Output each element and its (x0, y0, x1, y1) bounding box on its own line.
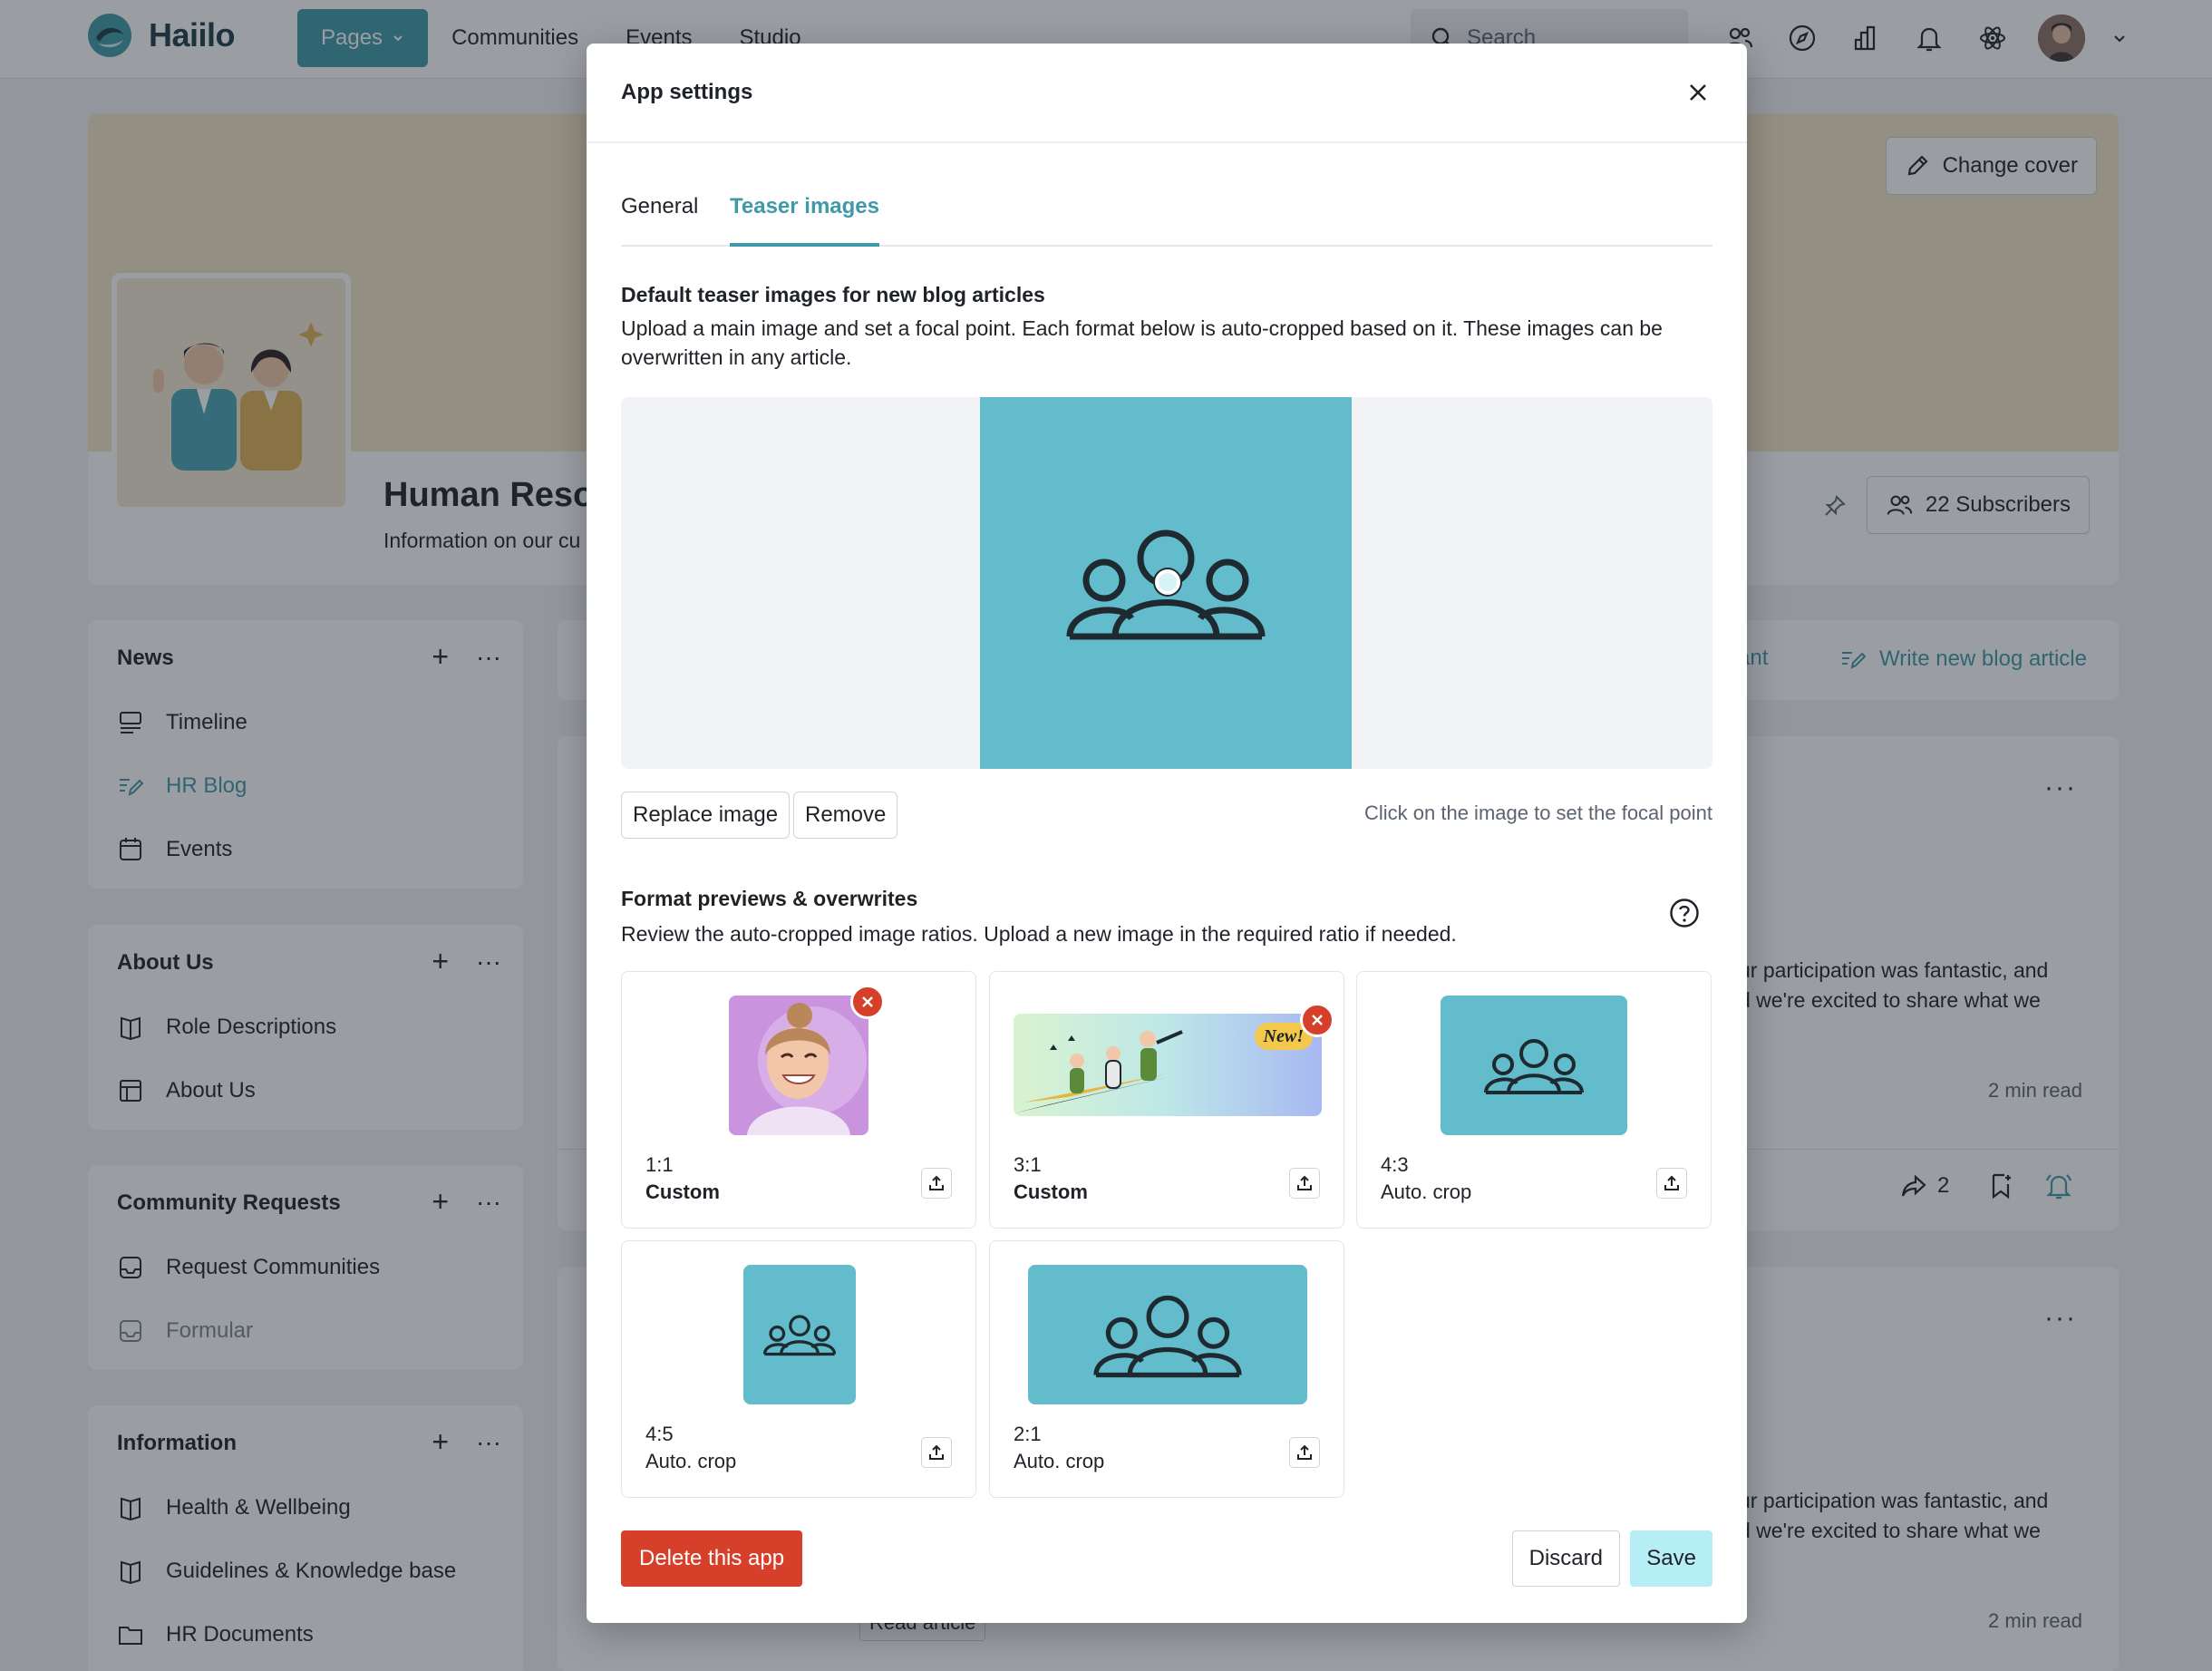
format-kind: Custom (1014, 1180, 1088, 1203)
format-ratio: 2:1 (1014, 1423, 1042, 1445)
section-description: Review the auto-cropped image ratios. Up… (621, 922, 1457, 946)
upload-button[interactable] (1289, 1437, 1320, 1468)
remove-image-button[interactable]: Remove (793, 792, 898, 839)
tab-teaser-images[interactable]: Teaser images (730, 194, 879, 247)
upload-icon (1297, 1444, 1312, 1460)
format-card-3-1: New! 3:1 Custom (989, 971, 1344, 1229)
upload-icon (1297, 1175, 1312, 1190)
format-card-4-5: 4:5 Auto. crop (621, 1240, 976, 1498)
format-thumbnail (1028, 1265, 1307, 1404)
section-title: Format previews & overwrites (621, 887, 918, 910)
group-icon (763, 1315, 836, 1356)
upload-button[interactable] (1656, 1168, 1687, 1199)
app-settings-dialog: App settings General Teaser images Defau… (587, 44, 1747, 1623)
dialog-header: App settings (587, 44, 1747, 143)
help-icon[interactable] (1669, 898, 1700, 928)
main-teaser-image[interactable] (980, 397, 1352, 769)
format-card-4-3: 4:3 Auto. crop (1356, 971, 1712, 1229)
close-icon (1690, 84, 1706, 101)
settings-tabs: General Teaser images (621, 185, 1712, 247)
format-thumbnail: New! (1014, 1003, 1334, 1116)
format-card-1-1: 1:1 Custom (621, 971, 976, 1229)
upload-icon (929, 1175, 944, 1190)
format-kind: Custom (645, 1180, 720, 1203)
format-kind: Auto. crop (645, 1450, 737, 1472)
remove-format-image-button[interactable] (1300, 1003, 1334, 1037)
format-kind: Auto. crop (1014, 1450, 1105, 1472)
close-icon (1312, 1015, 1323, 1025)
upload-button[interactable] (921, 1437, 952, 1468)
delete-app-button[interactable]: Delete this app (621, 1530, 803, 1587)
focal-point-image-area[interactable] (621, 397, 1712, 769)
tab-general[interactable]: General (621, 194, 698, 247)
discard-button[interactable]: Discard (1511, 1530, 1620, 1587)
section-title: Default teaser images for new blog artic… (621, 283, 1045, 306)
format-thumbnail (1441, 996, 1627, 1135)
format-card-2-1: 2:1 Auto. crop (989, 1240, 1344, 1498)
format-ratio: 3:1 (1014, 1153, 1042, 1176)
upload-icon (929, 1444, 944, 1460)
close-button[interactable] (1682, 76, 1714, 109)
group-icon (1093, 1295, 1242, 1377)
format-thumbnail (743, 1265, 856, 1404)
focal-point-hint: Click on the image to set the focal poin… (1364, 801, 1712, 824)
replace-image-button[interactable]: Replace image (621, 792, 791, 839)
focal-point-handle[interactable] (1155, 569, 1180, 595)
format-ratio: 1:1 (645, 1153, 674, 1176)
format-kind: Auto. crop (1381, 1180, 1472, 1203)
remove-format-image-button[interactable] (850, 985, 885, 1019)
upload-icon (1664, 1175, 1679, 1190)
dialog-title: App settings (621, 80, 753, 104)
save-button[interactable]: Save (1630, 1530, 1712, 1587)
upload-button[interactable] (921, 1168, 952, 1199)
section-description: Upload a main image and set a focal poin… (621, 316, 1663, 369)
smiling-woman-photo-icon (729, 996, 868, 1135)
upload-button[interactable] (1289, 1168, 1320, 1199)
format-ratio: 4:5 (645, 1423, 674, 1445)
format-ratio: 4:3 (1381, 1153, 1409, 1176)
close-icon (862, 996, 873, 1007)
format-thumbnail (729, 985, 885, 1135)
group-icon (1484, 1038, 1584, 1094)
